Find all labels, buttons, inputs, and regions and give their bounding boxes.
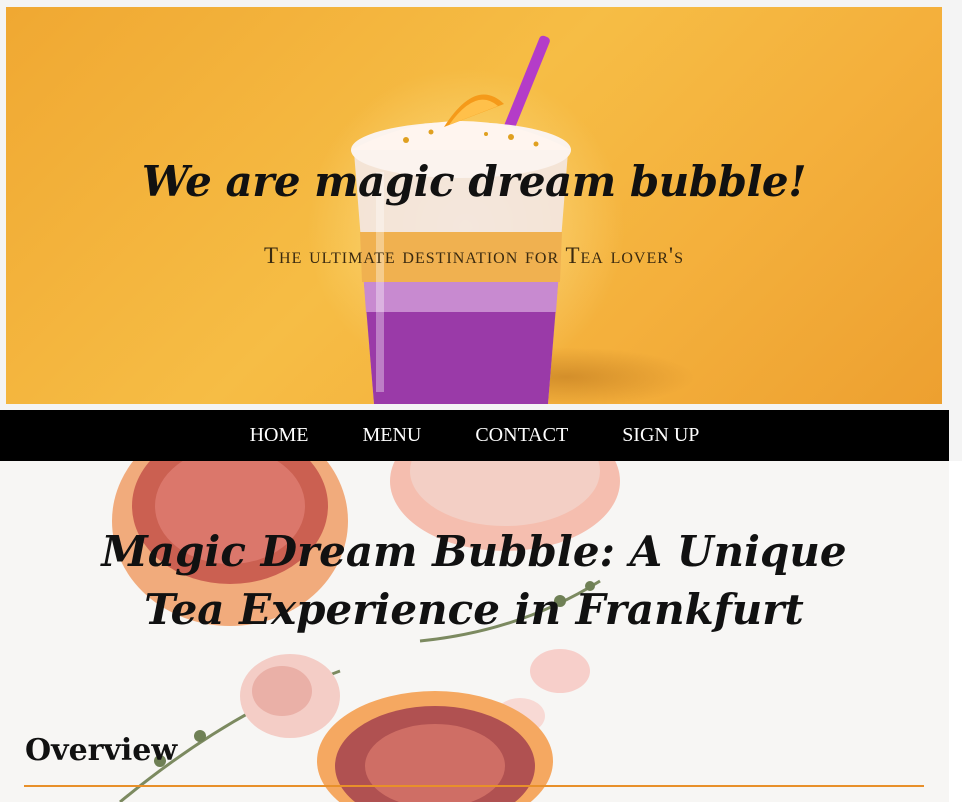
- hero-subtitle: The ultimate destination for Tea lover's: [264, 243, 684, 268]
- hero-title: We are magic dream bubble!: [141, 157, 807, 206]
- nav-item-sign-up[interactable]: SIGN UP: [622, 424, 699, 447]
- bubble-tea-drink-image: [351, 35, 571, 404]
- page-edge: [949, 461, 962, 802]
- nav-item-home[interactable]: HOME: [250, 424, 309, 447]
- hero-banner: We are magic dream bubble! The ultimate …: [6, 7, 942, 404]
- section-divider: [24, 785, 924, 787]
- nav-item-contact[interactable]: CONTACT: [475, 424, 568, 447]
- nav-item-menu[interactable]: MENU: [362, 424, 421, 447]
- section-heading-overview: Overview: [25, 733, 178, 768]
- page-title: Magic Dream Bubble: A Unique Tea Experie…: [101, 527, 847, 634]
- main-nav: HOME MENU CONTACT SIGN UP: [0, 410, 949, 461]
- content-section: Magic Dream Bubble: A Unique Tea Experie…: [0, 461, 962, 802]
